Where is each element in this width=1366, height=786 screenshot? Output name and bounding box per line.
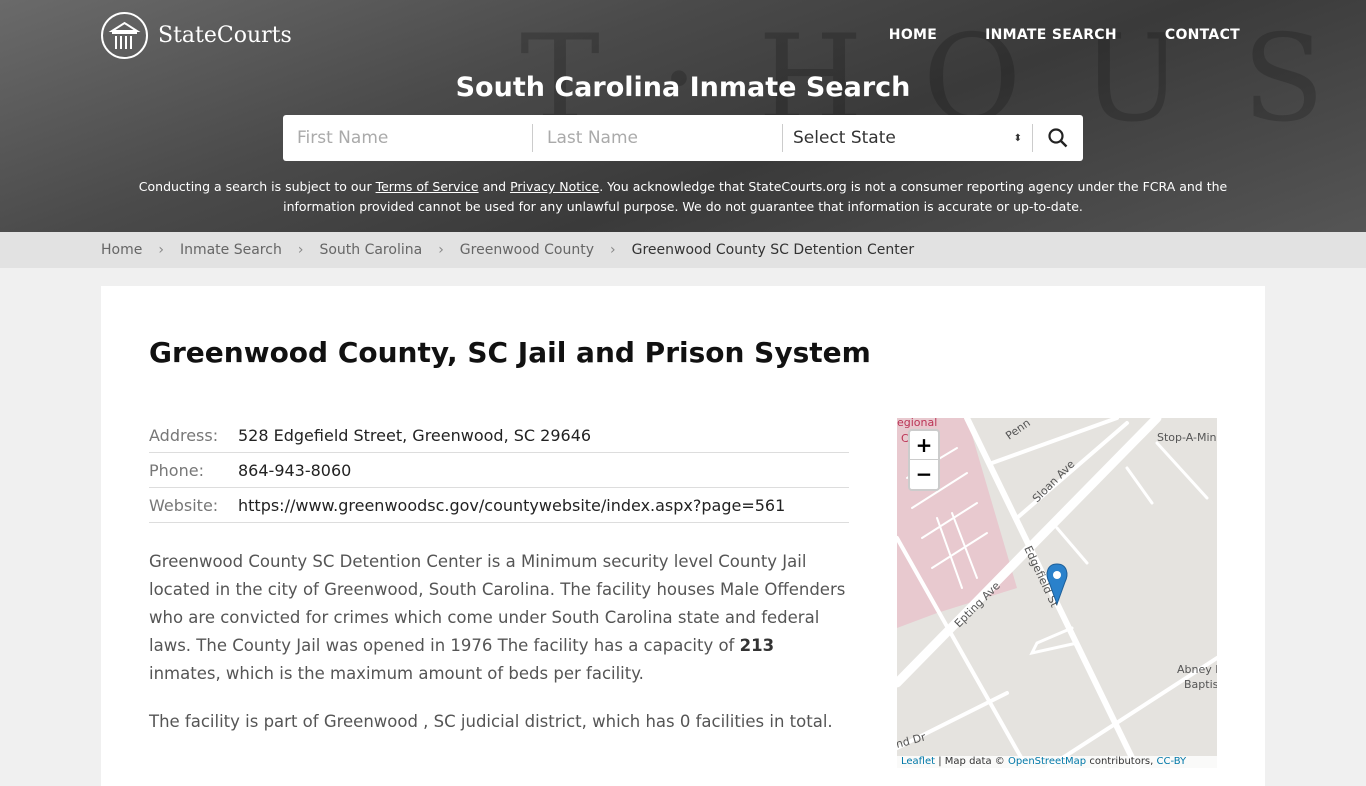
map-label: Stop-A-Min	[1157, 431, 1217, 444]
breadcrumb-inmate-search[interactable]: Inmate Search	[180, 242, 282, 258]
search-button[interactable]	[1033, 115, 1083, 161]
breadcrumb-current: Greenwood County SC Detention Center	[631, 242, 915, 258]
zoom-in-button[interactable]: +	[910, 431, 938, 460]
leaflet-link[interactable]: Leaflet	[901, 756, 935, 767]
state-select[interactable]: Select State ⬍	[783, 124, 1033, 152]
district-description: The facility is part of Greenwood , SC j…	[149, 712, 833, 731]
map-label: Baptis	[1184, 678, 1217, 691]
map-label: egional	[897, 418, 937, 429]
map-label: nd Dr	[897, 730, 928, 751]
select-arrows-icon: ⬍	[1013, 132, 1022, 144]
address-value: 528 Edgefield Street, Greenwood, SC 2964…	[238, 425, 592, 445]
map-label: Penn	[1003, 418, 1033, 442]
breadcrumb-state[interactable]: South Carolina	[319, 242, 422, 258]
info-row-address: Address: 528 Edgefield Street, Greenwood,…	[149, 418, 849, 453]
last-name-input[interactable]	[533, 124, 783, 152]
breadcrumb-home[interactable]: Home	[101, 242, 142, 258]
privacy-link[interactable]: Privacy Notice	[510, 179, 599, 194]
disclaimer-text: Conducting a search is subject to our	[138, 179, 376, 194]
map-label: Abney M	[1177, 663, 1217, 676]
nav-contact[interactable]: CONTACT	[1165, 27, 1240, 43]
hero-title: South Carolina Inmate Search	[455, 72, 911, 103]
location-map[interactable]: egional C Penn Sloan Ave Stop-A-Min Edge…	[897, 418, 1217, 768]
cc-by-link[interactable]: CC-BY	[1157, 756, 1187, 767]
breadcrumb: Home › Inmate Search › South Carolina › Gre…	[0, 232, 1366, 268]
zoom-out-button[interactable]: −	[910, 460, 938, 489]
capacity-value: 213	[739, 636, 775, 655]
info-label: Phone:	[149, 460, 204, 480]
chevron-right-icon: ›	[297, 242, 304, 258]
attr-text: | Map data ©	[935, 756, 1008, 767]
search-bar: Select State ⬍	[283, 115, 1083, 161]
hero-banner: T·HOUSE StateCourts HOME INMATE SEARCH C…	[0, 0, 1366, 232]
chevron-right-icon: ›	[438, 242, 444, 258]
map-label: Sloan Ave	[1030, 457, 1078, 505]
courthouse-icon	[101, 12, 148, 59]
terms-link[interactable]: Terms of Service	[376, 179, 479, 194]
info-label: Address:	[149, 425, 219, 445]
logo-text: StateCourts	[158, 23, 292, 48]
info-label: Website:	[149, 495, 219, 515]
nav-inmate-search[interactable]: INMATE SEARCH	[985, 27, 1117, 43]
disclaimer: Conducting a search is subject to our Te…	[0, 177, 1366, 217]
search-icon	[1048, 128, 1068, 148]
nav-home[interactable]: HOME	[889, 27, 937, 43]
phone-value: 864-943-8060	[238, 460, 352, 480]
facility-description: Greenwood County SC Detention Center is …	[149, 548, 849, 688]
website-link[interactable]: https://www.greenwoodsc.gov/countywebsit…	[238, 496, 785, 515]
first-name-input[interactable]	[283, 124, 533, 152]
map-zoom-controls: + −	[908, 429, 940, 491]
info-row-website: Website: https://www.greenwoodsc.gov/coun…	[149, 488, 849, 523]
main-nav: HOME INMATE SEARCH CONTACT	[889, 27, 1240, 43]
attr-text: contributors,	[1086, 756, 1157, 767]
map-tiles: egional C Penn Sloan Ave Stop-A-Min Edge…	[897, 418, 1217, 768]
page-title: Greenwood County, SC Jail and Prison Sys…	[149, 336, 871, 369]
map-attribution: Leaflet | Map data © OpenStreetMap contr…	[897, 756, 1217, 768]
state-select-value: Select State	[793, 128, 896, 148]
facility-info: Address: 528 Edgefield Street, Greenwood,…	[149, 418, 849, 523]
osm-link[interactable]: OpenStreetMap	[1008, 756, 1086, 767]
desc-text: inmates, which is the maximum amount of …	[149, 664, 644, 683]
breadcrumb-county[interactable]: Greenwood County	[460, 242, 594, 258]
disclaimer-text: and	[478, 179, 511, 194]
chevron-right-icon: ›	[158, 242, 164, 258]
chevron-right-icon: ›	[609, 242, 616, 258]
info-row-phone: Phone: 864-943-8060	[149, 453, 849, 488]
logo[interactable]: StateCourts	[101, 12, 292, 59]
